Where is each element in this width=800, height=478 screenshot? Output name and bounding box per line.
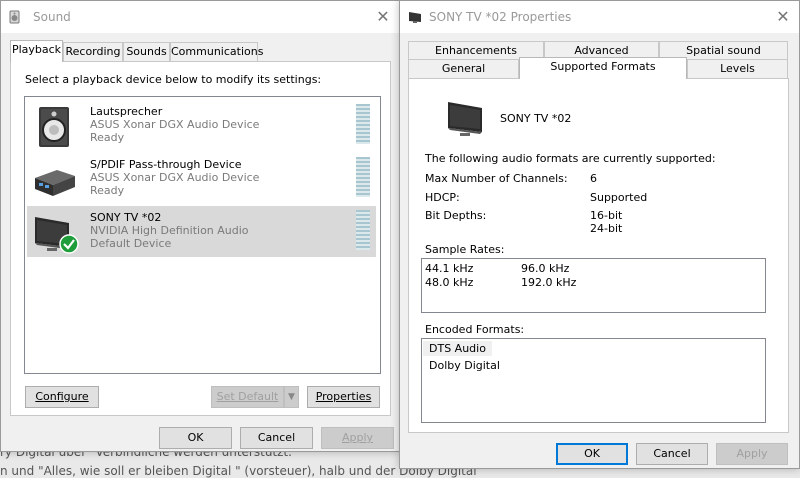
encoded-formats-list[interactable]: DTS Audio Dolby Digital [421,338,766,423]
configure-button[interactable]: Configure [25,386,99,408]
sample-rates-label: Sample Rates: [425,243,505,256]
tab-levels[interactable]: Levels [687,59,788,79]
formats-heading: The following audio formats are currentl… [425,152,716,165]
configure-label: Configure [35,390,89,403]
sample-rates-list[interactable]: 44.1 kHz 96.0 kHz 48.0 kHz 192.0 kHz [421,258,766,313]
tab-recording[interactable]: Recording [63,42,123,62]
spdif-device-icon [35,170,75,196]
properties-window-title: SONY TV *02 Properties [429,10,572,24]
set-default-button[interactable]: Set Default [211,386,284,408]
hdcp-label: HDCP: [425,191,460,204]
device-status: Ready [90,184,125,197]
tab-communications[interactable]: Communications [170,42,263,62]
properties-window: SONY TV *02 Properties ✕ Enhancements Ad… [399,0,800,469]
properties-titlebar[interactable]: SONY TV *02 Properties ✕ [400,1,799,33]
properties-apply-button[interactable]: Apply [716,443,788,465]
properties-close-icon[interactable]: ✕ [773,7,793,27]
sound-apply-button[interactable]: Apply [321,427,394,449]
chevron-down-icon: ▼ [288,392,295,402]
default-device-check-icon [59,234,79,254]
sample-rate-item: 44.1 kHz [425,262,474,275]
sample-rate-item: 192.0 kHz [521,276,577,289]
sound-window-title: Sound [33,10,71,24]
device-item-sony-tv[interactable]: SONY TV *02 NVIDIA High Definition Audio… [27,206,376,257]
sound-cancel-button[interactable]: Cancel [240,427,313,449]
encoded-format-item[interactable]: Dolby Digital [429,359,500,372]
device-name-label: SONY TV *02 [500,112,572,125]
device-status: Ready [90,131,125,144]
tv-monitor-icon [448,102,482,136]
sound-titlebar[interactable]: Sound ✕ [1,1,399,33]
device-driver: ASUS Xonar DGX Audio Device [90,118,260,131]
bit-depths-label: Bit Depths: [425,209,487,222]
device-item-lautsprecher[interactable]: Lautsprecher ASUS Xonar DGX Audio Device… [27,100,376,151]
tab-playback[interactable]: Playback [10,40,63,62]
tab-supported-formats[interactable]: Supported Formats [519,57,687,79]
properties-cancel-button[interactable]: Cancel [636,443,708,465]
device-item-spdif[interactable]: S/PDIF Pass-through Device ASUS Xonar DG… [27,153,376,204]
tab-general[interactable]: General [408,59,519,79]
sample-rate-item: 96.0 kHz [521,262,570,275]
playback-instruction: Select a playback device below to modify… [25,73,322,86]
properties-ok-button[interactable]: OK [556,443,628,465]
playback-device-list[interactable]: Lautsprecher ASUS Xonar DGX Audio Device… [24,96,381,374]
sound-window: Sound ✕ Playback Recording Sounds Commun… [0,0,400,452]
encoded-format-item[interactable]: DTS Audio [423,341,492,356]
volume-meter [356,210,370,250]
tv-title-icon [409,12,421,23]
sound-ok-button[interactable]: OK [159,427,232,449]
properties-label: Properties [315,390,372,403]
device-name: S/PDIF Pass-through Device [90,158,242,171]
device-name: SONY TV *02 [90,211,162,224]
device-status: Default Device [90,237,172,250]
max-channels-label: Max Number of Channels: [425,172,568,185]
set-default-label: Set Default [216,390,279,403]
device-driver: ASUS Xonar DGX Audio Device [90,171,260,184]
device-driver: NVIDIA High Definition Audio [90,224,249,237]
speaker-icon [39,107,69,147]
sound-close-icon[interactable]: ✕ [373,7,393,27]
device-name: Lautsprecher [90,105,163,118]
max-channels-value: 6 [590,172,597,185]
encoded-formats-label: Encoded Formats: [425,323,525,336]
volume-meter [356,157,370,197]
set-default-dropdown-button[interactable]: ▼ [284,386,299,408]
properties-button[interactable]: Properties [307,386,380,408]
sound-app-icon [9,10,20,24]
tab-sounds[interactable]: Sounds [123,42,170,62]
hdcp-value: Supported [590,191,648,204]
bit-depth-value: 24-bit [590,222,623,235]
volume-meter [356,104,370,144]
sample-rate-item: 48.0 kHz [425,276,474,289]
sound-apply-label: Apply [341,431,374,444]
bit-depth-value: 16-bit [590,209,623,222]
